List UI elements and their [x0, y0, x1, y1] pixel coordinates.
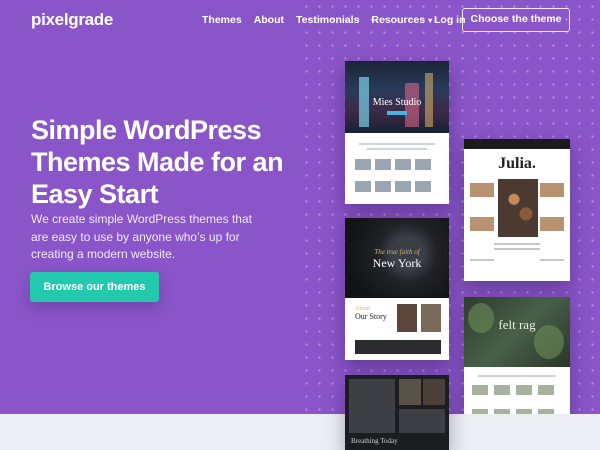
felt-title: felt rag — [498, 317, 536, 332]
photo — [349, 379, 395, 433]
thumbnail — [355, 159, 371, 170]
hero-headline: Simple WordPress Themes Made for an Easy… — [31, 115, 284, 209]
theme-preview-newyork[interactable]: The true faith of New York About Our Sto… — [345, 218, 449, 360]
hero-section: pixelgrade Themes About Testimonials Res… — [0, 0, 600, 414]
breathing-caption: Breathing Today — [351, 437, 398, 445]
text-line — [470, 259, 494, 261]
theme-preview-felt[interactable]: felt rag — [464, 297, 570, 414]
choose-theme-button[interactable]: Choose the theme — [462, 8, 570, 32]
thumbnail — [375, 181, 391, 192]
mies-cta-bar — [387, 111, 407, 115]
newyork-title: New York — [372, 256, 422, 270]
theme-preview-breathing[interactable]: Breathing Today — [345, 375, 449, 450]
newyork-script-text: The true faith of — [374, 248, 420, 256]
nav-item-resources[interactable]: Resources ▾ — [371, 14, 432, 26]
hero-subtitle: We create simple WordPress themes that a… — [31, 212, 252, 261]
photo — [399, 379, 421, 405]
felt-hero-image: felt rag — [464, 297, 570, 367]
thumbnail — [538, 385, 554, 395]
text-line — [540, 259, 564, 261]
newyork-story-title: Our Story — [355, 312, 387, 321]
thumbnail — [472, 385, 488, 395]
nav-item-themes[interactable]: Themes — [202, 14, 242, 26]
text-line — [367, 148, 427, 150]
photo — [399, 409, 445, 433]
next-section-band — [0, 414, 600, 450]
theme-preview-julia[interactable]: Julia. — [464, 139, 570, 281]
text-line — [478, 375, 556, 377]
text-line — [494, 248, 540, 250]
thumbnail — [395, 159, 411, 170]
text-line — [359, 143, 435, 145]
thumbnail — [395, 181, 411, 192]
chevron-down-icon: ▾ — [428, 16, 433, 25]
thumbnail — [516, 385, 532, 395]
mies-hero-image: Mies Studio — [345, 61, 449, 133]
thumbnail — [375, 159, 391, 170]
thumbnail — [470, 217, 494, 231]
thumbnail — [470, 183, 494, 197]
thumbnail — [415, 181, 431, 192]
photo-strip — [355, 340, 441, 354]
site-logo[interactable]: pixelgrade — [31, 10, 113, 30]
thumbnail — [540, 217, 564, 231]
thumbnail — [540, 183, 564, 197]
photo — [423, 379, 445, 405]
mies-title: Mies Studio — [372, 97, 422, 108]
thumbnail — [355, 181, 371, 192]
main-nav: Themes About Testimonials Resources ▾ — [202, 14, 432, 26]
julia-title: Julia. — [498, 155, 536, 172]
browse-themes-button[interactable]: Browse our themes — [30, 272, 159, 302]
nav-item-testimonials[interactable]: Testimonials — [296, 14, 359, 26]
login-link[interactable]: Log in — [434, 14, 466, 26]
text-line — [494, 243, 540, 245]
nav-item-about[interactable]: About — [254, 14, 284, 26]
thumbnail — [415, 159, 431, 170]
thumbnail — [494, 385, 510, 395]
photo — [421, 304, 441, 332]
photo — [397, 304, 417, 332]
theme-preview-mies[interactable]: Mies Studio — [345, 61, 449, 204]
julia-feature-image — [498, 179, 538, 237]
nav-item-resources-label: Resources — [371, 14, 426, 26]
julia-top-bar — [464, 139, 570, 149]
